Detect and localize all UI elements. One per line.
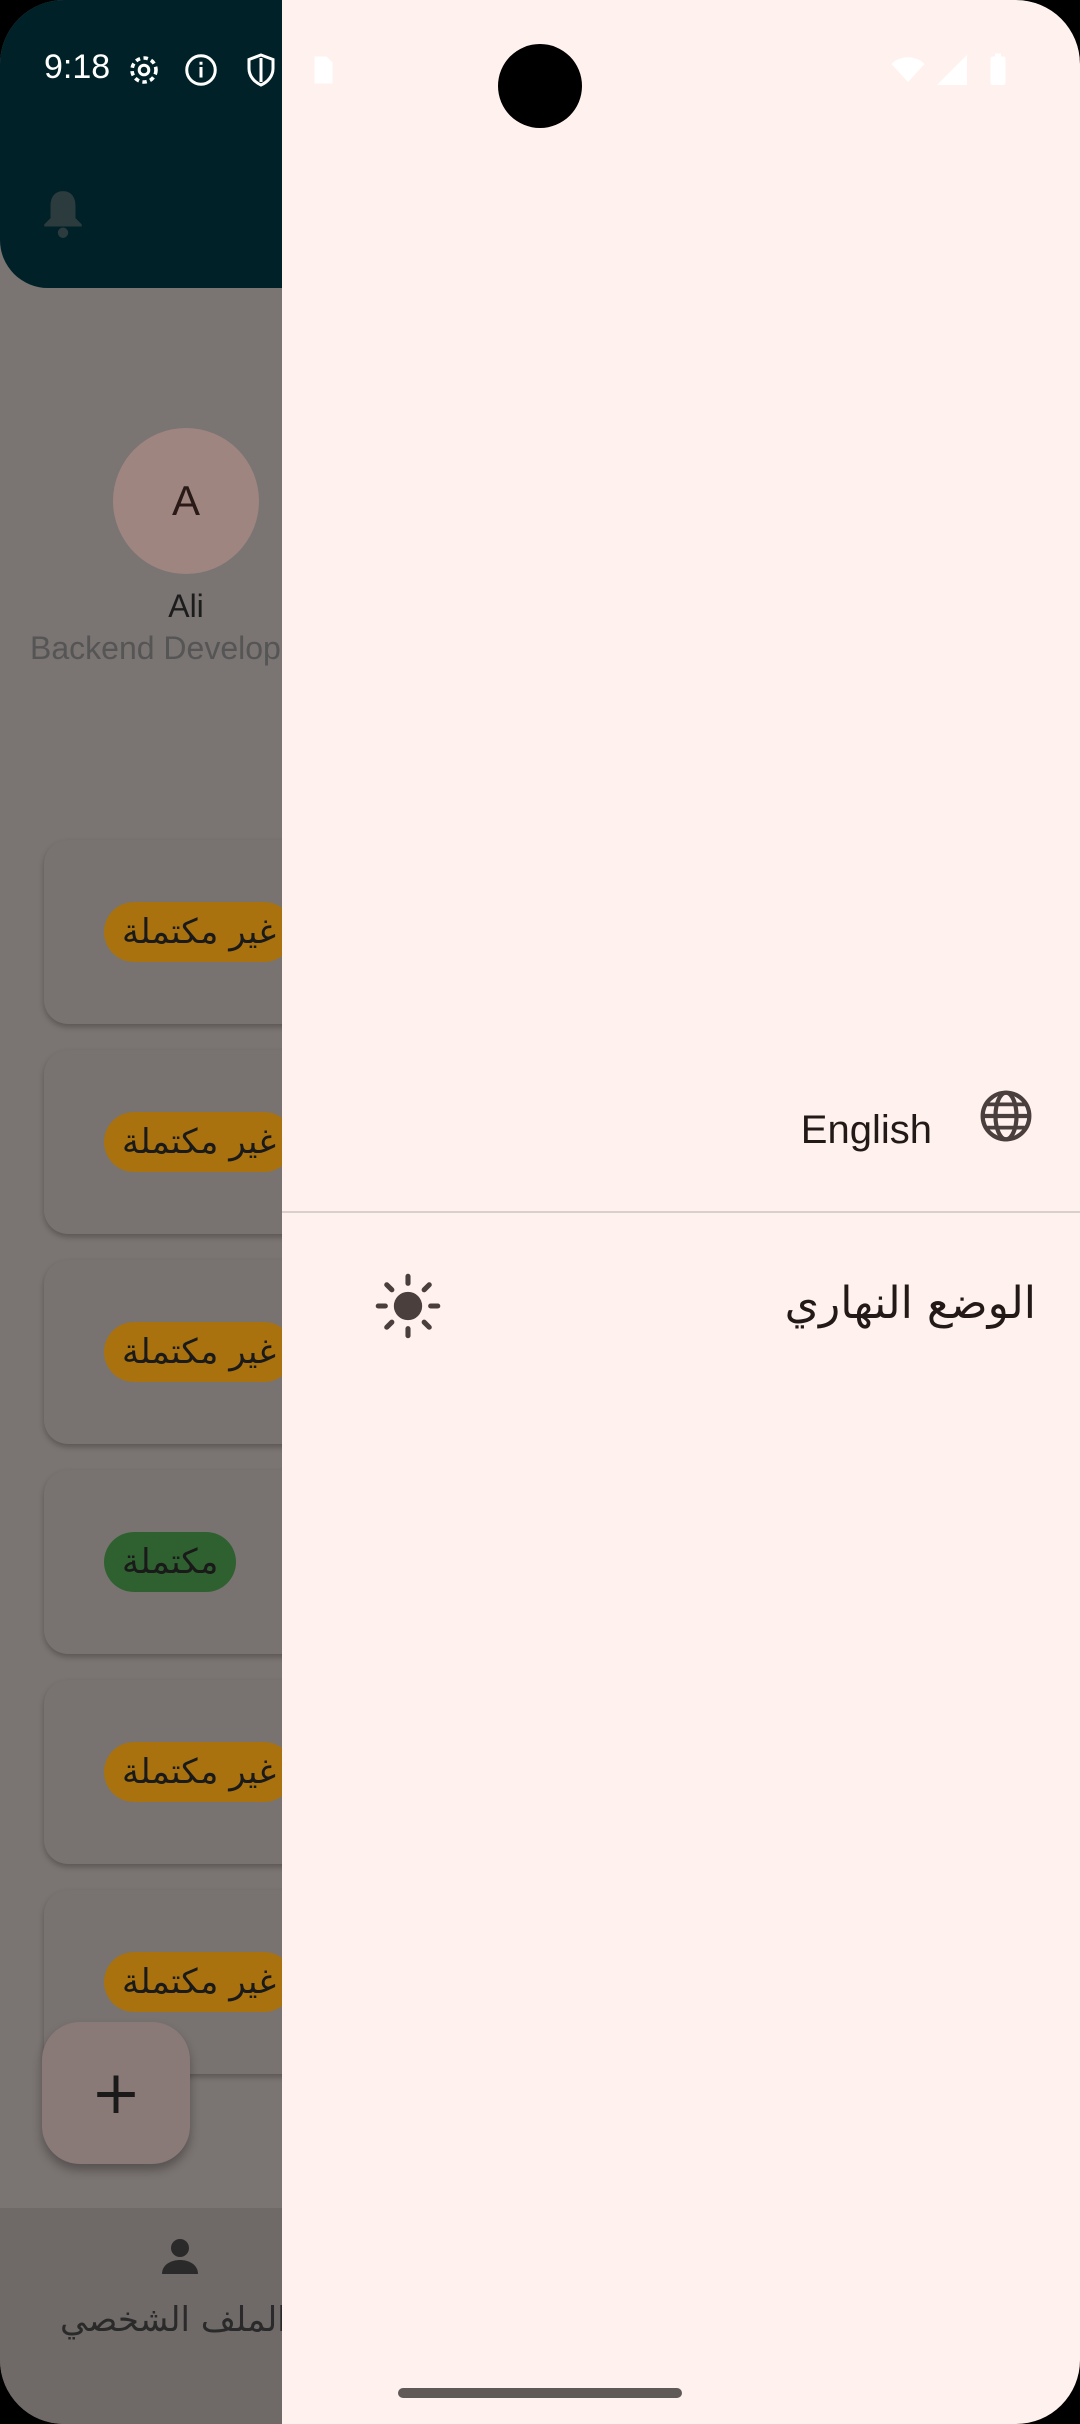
status-badge: غير مكتملة [104, 1112, 294, 1172]
user-name: Ali [168, 588, 204, 624]
status-badge: غير مكتملة [104, 1952, 294, 2012]
home-indicator[interactable] [398, 2388, 682, 2398]
globe-icon [980, 1090, 1032, 1142]
nav-profile-label[interactable]: الملف الشخصي [60, 2300, 287, 2340]
user-role: Backend Developer [30, 630, 310, 666]
camera-cutout [498, 44, 582, 128]
sim-icon [314, 56, 333, 84]
status-time: 9:18 [44, 48, 111, 86]
language-label: English [800, 1108, 932, 1152]
bell-icon[interactable] [38, 186, 88, 242]
battery-icon [990, 53, 1006, 85]
status-badge: غير مكتملة [104, 1322, 294, 1382]
screen: 9:18 A Ali Backend Developer غير مكتملة … [0, 0, 1080, 2424]
status-badge: غير مكتملة [104, 902, 294, 962]
settings-icon [130, 56, 158, 84]
status-badge: مكتملة [104, 1532, 237, 1592]
avatar: A [113, 428, 259, 574]
status-badge: غير مكتملة [104, 1742, 294, 1802]
theme-label[interactable]: الوضع النهاري [785, 1278, 1036, 1329]
wifi-icon [891, 57, 925, 82]
sun-icon[interactable] [374, 1272, 442, 1340]
shield-icon [247, 53, 275, 87]
divider [282, 1211, 1080, 1213]
language-toggle[interactable]: English [282, 1080, 1080, 1230]
signal-icon [937, 55, 967, 85]
add-task-button[interactable]: + [42, 2022, 190, 2164]
person-icon[interactable] [156, 2232, 204, 2280]
info-icon [185, 54, 217, 86]
